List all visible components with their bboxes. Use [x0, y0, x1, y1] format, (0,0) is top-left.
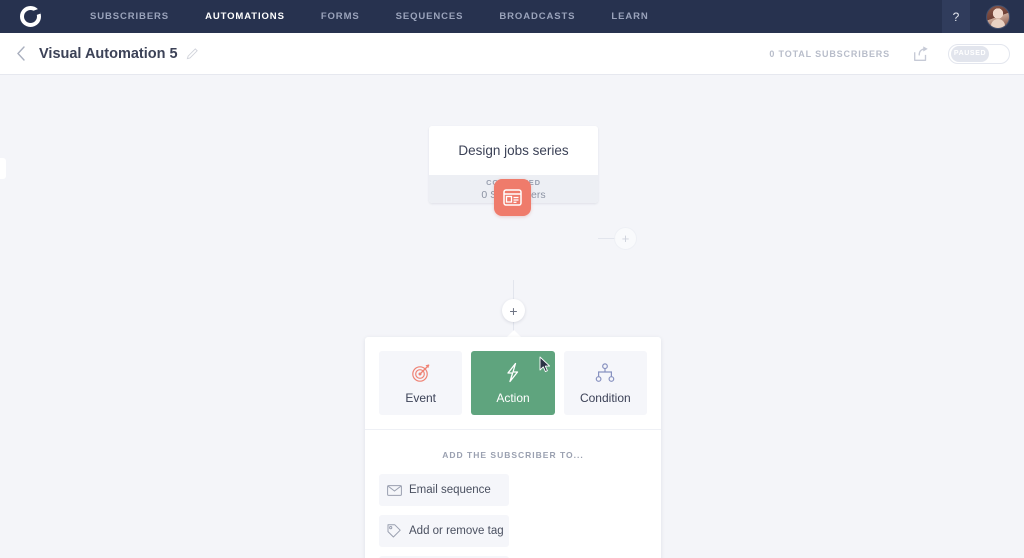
tab-event-label: Event [405, 390, 436, 405]
tag-icon [387, 524, 401, 538]
automation-canvas[interactable]: Design jobs series COMPLETED 0 Subscribe… [0, 75, 1024, 558]
add-step-right-button[interactable]: + [614, 227, 637, 250]
add-step-below-button[interactable]: + [502, 299, 525, 322]
logo-link[interactable] [0, 0, 60, 33]
envelope-icon-wrap [379, 484, 409, 496]
nav-links: SUBSCRIBERS AUTOMATIONS FORMS SEQUENCES … [72, 0, 667, 33]
branch-node-icon [596, 362, 615, 382]
app-root: SUBSCRIBERS AUTOMATIONS FORMS SEQUENCES … [0, 0, 1024, 558]
option-email-sequence[interactable]: Email sequence [379, 474, 509, 506]
pause-toggle[interactable]: PAUSED [948, 43, 1010, 64]
node-title: Design jobs series [458, 143, 569, 158]
tab-condition-label: Condition [579, 390, 631, 405]
add-step-panel: Event Action Condition ADD THE SUBSCRIBE… [365, 337, 661, 558]
page-subheader: Visual Automation 5 0 TOTAL SUBSCRIBERS … [0, 33, 1024, 75]
nav-right-group: ? [942, 0, 1024, 33]
panel-divider [365, 429, 661, 430]
node-type-badge [494, 179, 531, 216]
back-button[interactable] [13, 46, 29, 62]
lightning-bolt-icon [507, 362, 519, 383]
nav-item-subscribers[interactable]: SUBSCRIBERS [72, 0, 187, 33]
nav-item-automations[interactable]: AUTOMATIONS [187, 0, 303, 33]
lightning-icon-wrap [504, 362, 522, 384]
target-icon [411, 363, 430, 382]
tab-action[interactable]: Action [471, 351, 555, 415]
pause-toggle-label: PAUSED [951, 45, 989, 62]
option-add-remove-tag[interactable]: Add or remove tag [379, 515, 509, 547]
tab-event[interactable]: Event [379, 351, 463, 415]
step-type-tabs: Event Action Condition [365, 337, 661, 415]
nav-item-learn[interactable]: LEARN [593, 0, 666, 33]
page-title: Visual Automation 5 [39, 45, 178, 62]
subheader-right-group: 0 TOTAL SUBSCRIBERS PAUSED [769, 43, 1024, 64]
top-navigation-bar: SUBSCRIBERS AUTOMATIONS FORMS SEQUENCES … [0, 0, 1024, 33]
nav-item-forms[interactable]: FORMS [303, 0, 378, 33]
option-email-sequence-label: Email sequence [409, 484, 491, 496]
share-icon[interactable] [912, 45, 930, 63]
chevron-left-icon [17, 46, 25, 61]
envelope-icon [386, 484, 402, 496]
nav-item-sequences[interactable]: SEQUENCES [378, 0, 482, 33]
tab-action-label: Action [496, 390, 530, 405]
avatar[interactable] [986, 4, 1010, 29]
panel-section-label: ADD THE SUBSCRIBER TO... [442, 450, 584, 460]
total-subscribers-label: 0 TOTAL SUBSCRIBERS [769, 48, 890, 59]
option-add-remove-tag-label: Add or remove tag [409, 525, 504, 537]
tab-condition[interactable]: Condition [563, 351, 647, 415]
convertkit-logo-icon [19, 6, 41, 27]
action-options-grid: Email sequence Add or remove tag [365, 460, 661, 558]
help-button[interactable]: ? [942, 0, 970, 33]
canvas-left-handle[interactable] [0, 158, 6, 179]
newsletter-icon [503, 189, 522, 206]
pencil-icon[interactable] [186, 47, 199, 60]
nav-item-broadcasts[interactable]: BROADCASTS [481, 0, 593, 33]
target-icon-wrap [411, 362, 431, 384]
tag-icon-wrap [379, 524, 409, 538]
branch-icon-wrap [595, 362, 615, 384]
